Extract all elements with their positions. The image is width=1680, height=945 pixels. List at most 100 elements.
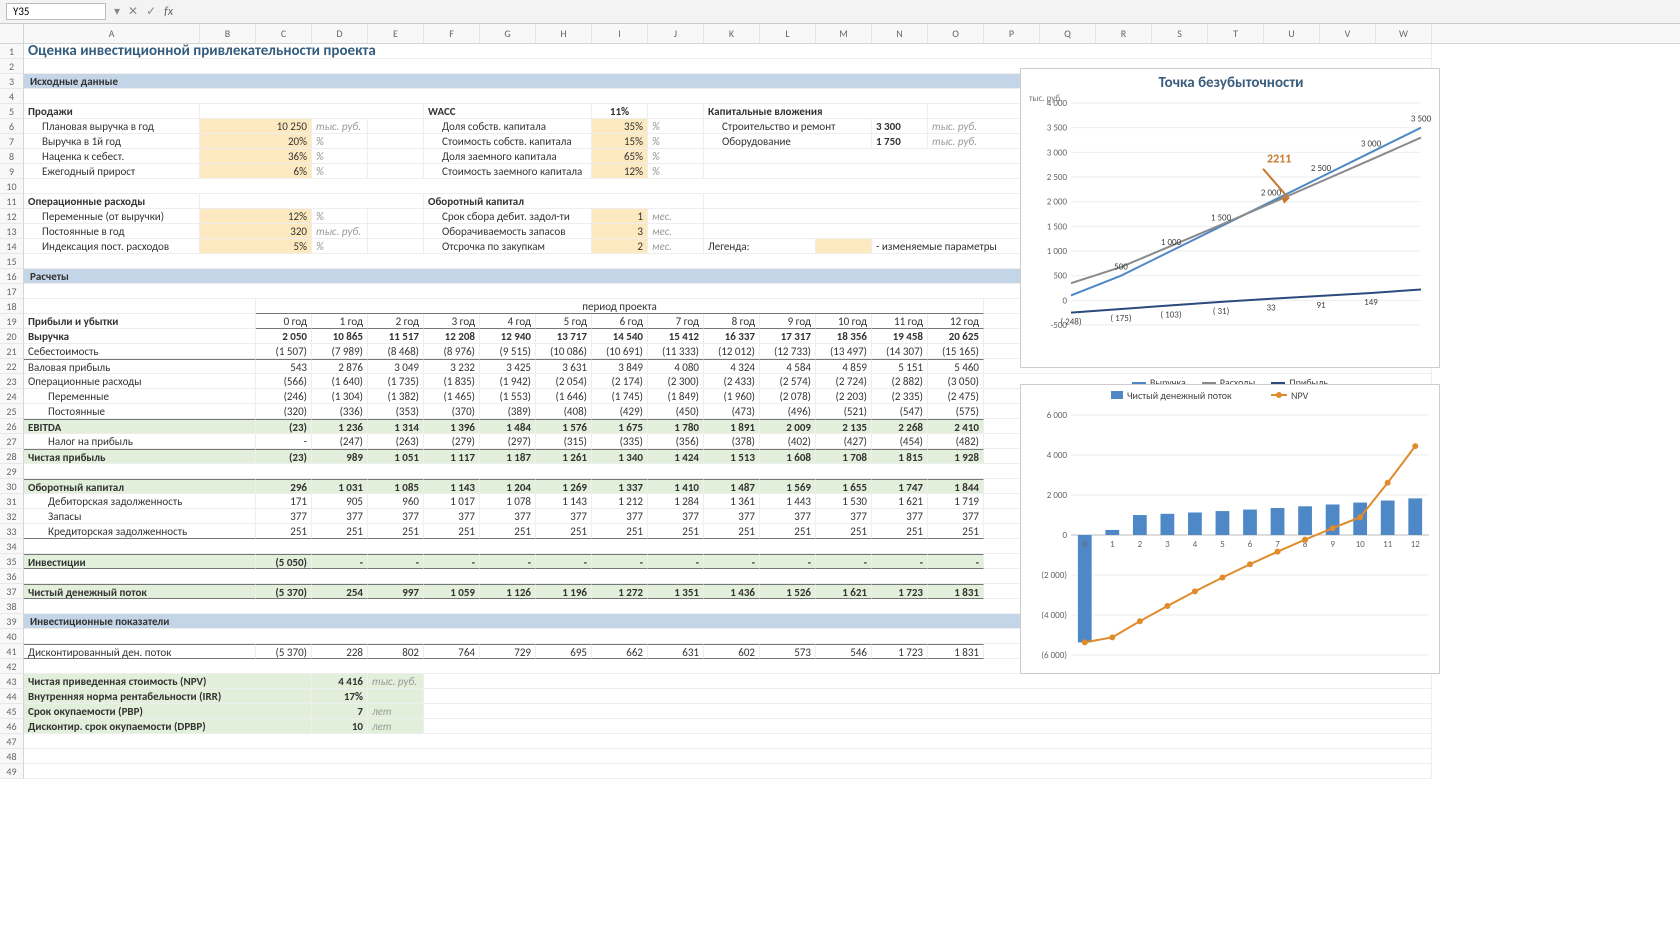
row-header-1[interactable]: 1 — [0, 44, 24, 59]
cell[interactable]: EBITDA — [24, 419, 256, 434]
cell[interactable]: - — [480, 554, 536, 569]
cell[interactable]: 1 031 — [312, 479, 368, 494]
cell[interactable]: (496) — [760, 404, 816, 419]
cell[interactable]: Постоянные в год — [24, 224, 200, 239]
row-header-18[interactable]: 18 — [0, 299, 24, 314]
cell[interactable]: 1 719 — [928, 494, 984, 509]
cell[interactable]: 8 год — [704, 314, 760, 329]
cell[interactable]: 9 год — [760, 314, 816, 329]
cell[interactable]: - — [368, 554, 424, 569]
cell[interactable]: (23) — [256, 419, 312, 434]
col-header-N[interactable]: N — [872, 24, 928, 43]
cell[interactable]: (263) — [368, 434, 424, 449]
cell[interactable]: 17 317 — [760, 329, 816, 344]
cell[interactable]: (473) — [704, 404, 760, 419]
row-header-36[interactable]: 36 — [0, 569, 24, 584]
cell[interactable]: 1 569 — [760, 479, 816, 494]
cell[interactable]: 377 — [480, 509, 536, 524]
col-header-D[interactable]: D — [312, 24, 368, 43]
cell[interactable]: (2 300) — [648, 374, 704, 389]
cell[interactable]: 1 723 — [872, 584, 928, 599]
row-header-6[interactable]: 6 — [0, 119, 24, 134]
cell[interactable]: 296 — [256, 479, 312, 494]
dropdown-icon[interactable]: ▾ — [114, 4, 120, 19]
cell[interactable]: - — [424, 554, 480, 569]
cell[interactable]: 11 517 — [368, 329, 424, 344]
cell[interactable]: 3 631 — [536, 359, 592, 374]
row-header-37[interactable]: 37 — [0, 584, 24, 599]
cell[interactable]: 1 621 — [872, 494, 928, 509]
row-header-19[interactable]: 19 — [0, 314, 24, 329]
row-header-29[interactable]: 29 — [0, 464, 24, 479]
cell[interactable]: 5% — [200, 239, 312, 254]
row-header-21[interactable]: 21 — [0, 344, 24, 359]
cell[interactable]: (10 086) — [536, 344, 592, 359]
cell[interactable]: 7 — [312, 704, 368, 719]
cell[interactable]: 1 017 — [424, 494, 480, 509]
cell[interactable]: 251 — [648, 524, 704, 539]
cell[interactable]: - — [872, 554, 928, 569]
cell[interactable]: (9 515) — [480, 344, 536, 359]
cell[interactable]: (2 174) — [592, 374, 648, 389]
cell[interactable]: Дебиторская задолженность — [24, 494, 256, 509]
cell[interactable]: 631 — [648, 644, 704, 659]
cell[interactable]: 1 891 — [704, 419, 760, 434]
row-header-17[interactable]: 17 — [0, 284, 24, 299]
cell[interactable]: (547) — [872, 404, 928, 419]
cell[interactable]: 1 117 — [424, 449, 480, 464]
cell[interactable] — [368, 149, 424, 164]
col-header-K[interactable]: K — [704, 24, 760, 43]
cell[interactable]: Оборудование — [704, 134, 872, 149]
row-header-38[interactable]: 38 — [0, 599, 24, 614]
cell[interactable]: (482) — [928, 434, 984, 449]
cell[interactable]: 10 — [312, 719, 368, 734]
cell[interactable]: Налог на прибыль — [24, 434, 256, 449]
cell[interactable] — [424, 674, 1432, 689]
cell[interactable]: 1 126 — [480, 584, 536, 599]
cell[interactable]: (1 849) — [648, 389, 704, 404]
row-header-16[interactable]: 16 — [0, 269, 24, 284]
cell[interactable]: 12 год — [928, 314, 984, 329]
cell[interactable]: - — [312, 554, 368, 569]
cell[interactable]: 1 187 — [480, 449, 536, 464]
cell[interactable]: 1 143 — [536, 494, 592, 509]
cell[interactable]: - — [648, 554, 704, 569]
cell[interactable] — [368, 689, 424, 704]
cell[interactable]: 14 540 — [592, 329, 648, 344]
cell[interactable]: (353) — [368, 404, 424, 419]
cell[interactable]: 802 — [368, 644, 424, 659]
cell[interactable]: 1 204 — [480, 479, 536, 494]
cell[interactable]: 251 — [536, 524, 592, 539]
cell[interactable]: тыс. руб. — [368, 674, 424, 689]
cell[interactable] — [200, 104, 424, 119]
row-header-33[interactable]: 33 — [0, 524, 24, 539]
cell[interactable]: 1 831 — [928, 584, 984, 599]
row-header-9[interactable]: 9 — [0, 164, 24, 179]
cell[interactable]: 2 009 — [760, 419, 816, 434]
cell[interactable]: Прибыли и убытки — [24, 314, 256, 329]
cell[interactable]: 377 — [872, 509, 928, 524]
row-header-48[interactable]: 48 — [0, 749, 24, 764]
cell[interactable]: (8 976) — [424, 344, 480, 359]
row-44[interactable]: 44Внутренняя норма рентабельности (IRR)1… — [0, 689, 1680, 704]
cell[interactable]: 4 859 — [816, 359, 872, 374]
row-header-8[interactable]: 8 — [0, 149, 24, 164]
cell[interactable]: Операционные расходы — [24, 194, 200, 209]
cell[interactable]: Оборотный капитал — [424, 194, 704, 209]
cell[interactable]: (7 989) — [312, 344, 368, 359]
cell[interactable]: Оборотный капитал — [24, 479, 256, 494]
cell[interactable]: 695 — [536, 644, 592, 659]
cell[interactable]: 251 — [424, 524, 480, 539]
cell[interactable]: 1 059 — [424, 584, 480, 599]
cell[interactable]: 377 — [816, 509, 872, 524]
cell[interactable]: 251 — [312, 524, 368, 539]
row-header-41[interactable]: 41 — [0, 644, 24, 659]
row-header-47[interactable]: 47 — [0, 734, 24, 749]
cell[interactable]: 251 — [760, 524, 816, 539]
row-header-13[interactable]: 13 — [0, 224, 24, 239]
cell[interactable]: 2 050 — [256, 329, 312, 344]
cell[interactable]: (15 165) — [928, 344, 984, 359]
cell[interactable]: период проекта — [256, 299, 984, 314]
spreadsheet-grid[interactable]: ABCDEFGHIJKLMNOPQRSTUVW 1Оценка инвестиц… — [0, 24, 1680, 779]
cell[interactable]: Постоянные — [24, 404, 256, 419]
